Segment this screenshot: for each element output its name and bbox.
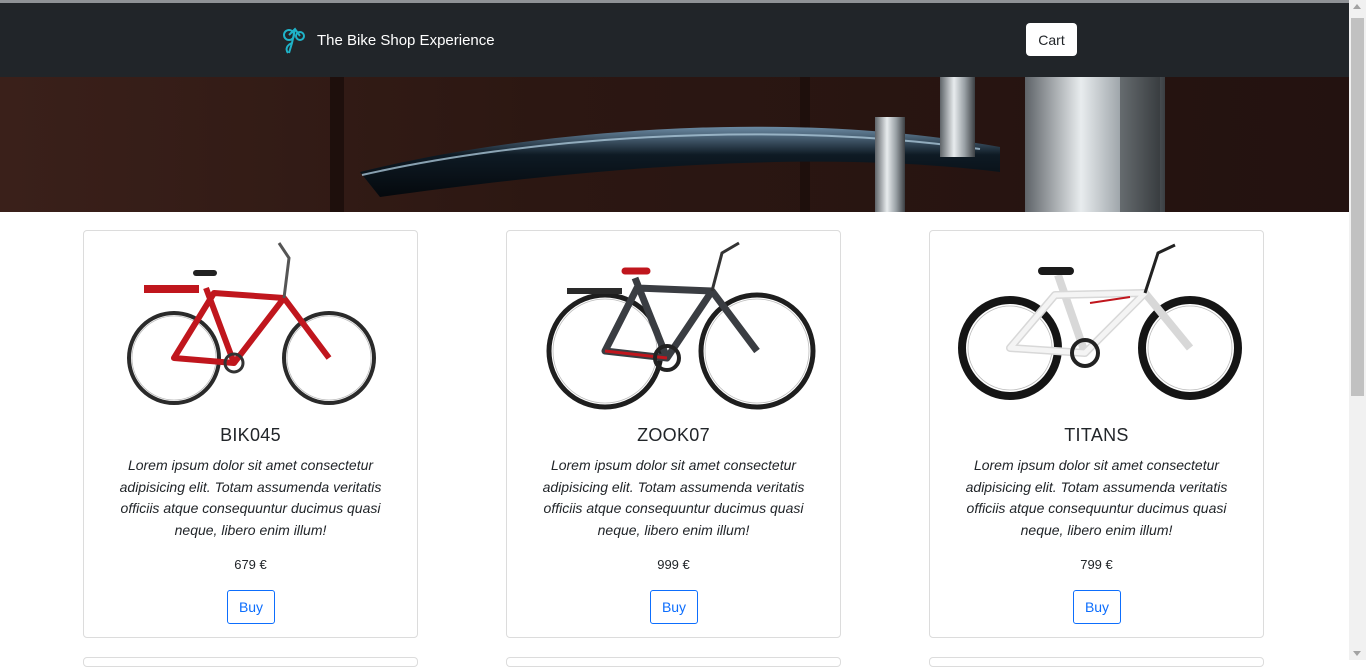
product-card-next-row [929, 657, 1264, 667]
navbar: The Bike Shop Experience Cart [0, 3, 1349, 77]
brand-link[interactable]: The Bike Shop Experience [279, 23, 495, 57]
hero-bike-fender-image [0, 77, 1349, 212]
product-card-next-row [83, 657, 418, 667]
product-title: BIK045 [220, 425, 281, 445]
product-card-next-row [506, 657, 841, 667]
buy-button[interactable]: Buy [650, 590, 698, 624]
product-card: BIK045 Lorem ipsum dolor sit amet consec… [83, 230, 418, 638]
scroll-up-arrow-icon[interactable] [1353, 4, 1361, 9]
scrollbar-thumb[interactable] [1351, 18, 1364, 396]
scroll-down-arrow-icon[interactable] [1353, 651, 1361, 656]
product-description: Lorem ipsum dolor sit amet consectetur a… [542, 457, 805, 538]
hero-banner [0, 77, 1349, 212]
product-description: Lorem ipsum dolor sit amet consectetur a… [965, 457, 1228, 538]
product-price: 799 € [1080, 557, 1113, 572]
cart-button[interactable]: Cart [1026, 23, 1077, 56]
bike-logo-icon [279, 23, 309, 57]
buy-button[interactable]: Buy [227, 590, 275, 624]
product-price: 999 € [657, 557, 690, 572]
vertical-scrollbar[interactable] [1349, 0, 1366, 660]
product-description: Lorem ipsum dolor sit amet consectetur a… [119, 457, 382, 538]
buy-button[interactable]: Buy [1073, 590, 1121, 624]
product-title: ZOOK07 [637, 425, 710, 445]
product-image-zook07[interactable] [507, 233, 840, 413]
brand-name: The Bike Shop Experience [317, 31, 495, 49]
product-title: TITANS [1064, 425, 1129, 445]
product-image-bik045[interactable] [84, 233, 417, 413]
product-image-titans[interactable] [930, 233, 1263, 413]
product-card: TITANS Lorem ipsum dolor sit amet consec… [929, 230, 1264, 638]
product-price: 679 € [234, 557, 267, 572]
product-card: ZOOK07 Lorem ipsum dolor sit amet consec… [506, 230, 841, 638]
